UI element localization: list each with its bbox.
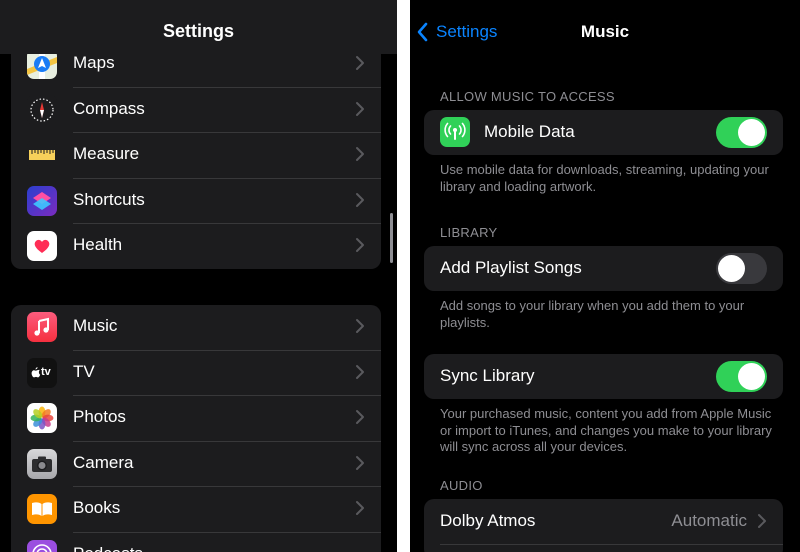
scroll-indicator[interactable] [390,213,393,263]
add-playlist-songs-footer: Add songs to your library when you add t… [440,298,745,330]
dolby-atmos-row[interactable]: Dolby Atmos Automatic [424,499,783,552]
camera-icon [27,448,57,479]
settings-row-label: Music [73,316,118,335]
measure-icon [27,140,57,171]
mobile-data-row[interactable]: Mobile Data [424,110,783,155]
settings-row-label: Measure [73,144,140,164]
section-header-library: LIBRARY [440,225,498,240]
mobile-data-label: Mobile Data [484,122,575,141]
settings-row-music[interactable]: Music [11,305,381,351]
books-icon [27,494,57,525]
settings-row-label: Camera [73,452,134,472]
tv-icon: tv [27,357,57,388]
chevron-right-icon [356,410,364,425]
settings-row-health[interactable]: Health [11,224,381,269]
chevron-right-icon [758,514,766,528]
section-header-audio: AUDIO [440,478,483,493]
tv-icon-text: tv [41,365,51,378]
settings-row-podcasts[interactable]: Podcasts [11,533,381,552]
compass-icon [27,94,57,125]
settings-group-apps-1: Maps Compass Measure Shortcuts Health [11,30,381,269]
chevron-right-icon [356,364,364,379]
nav-bar: Settings [0,0,397,54]
settings-row-tv[interactable]: tv TV [11,351,381,397]
mobile-data-footer: Use mobile data for downloads, streaming… [440,162,769,194]
mobile-data-toggle[interactable] [716,117,767,148]
settings-row-label: TV [73,361,95,381]
page-title: Music [580,22,630,41]
chevron-right-icon [356,319,364,333]
chevron-right-icon [356,147,364,162]
settings-row-label: Podcasts [73,544,143,552]
add-playlist-songs-toggle[interactable] [716,253,767,284]
settings-row-photos[interactable]: Photos [11,396,381,442]
health-icon [27,231,57,262]
sync-library-row[interactable]: Sync Library [424,354,783,399]
settings-group-apps-2: Music tv TV Photos Camera Books [11,305,381,552]
chevron-right-icon [356,501,364,516]
sync-library-toggle[interactable] [716,361,767,392]
sync-library-label: Sync Library [440,366,535,385]
add-playlist-songs-row[interactable]: Add Playlist Songs [424,246,783,291]
nav-bar: Settings Music [410,0,800,60]
dolby-atmos-label: Dolby Atmos [440,511,536,530]
chevron-right-icon [356,192,364,207]
sync-library-footer: Your purchased music, content you add fr… [440,406,772,454]
settings-screen: Maps Compass Measure Shortcuts Health Mu… [0,0,397,552]
page-title: Settings [162,21,234,41]
settings-row-label: Compass [73,98,145,118]
add-playlist-songs-label: Add Playlist Songs [440,258,582,277]
shortcuts-icon [27,185,57,216]
settings-row-measure[interactable]: Measure [11,133,381,179]
settings-row-label: Health [73,235,123,255]
dolby-atmos-value: Automatic [671,511,747,530]
settings-row-shortcuts[interactable]: Shortcuts [11,179,381,225]
chevron-right-icon [356,238,364,253]
section-header-access: ALLOW MUSIC TO ACCESS [440,89,615,104]
settings-row-label: Photos [73,407,126,427]
chevron-right-icon [356,101,364,116]
chevron-right-icon [356,455,364,470]
antenna-icon [440,117,470,147]
settings-row-label: Books [73,498,121,518]
settings-row-label: Maps [73,53,115,72]
settings-row-compass[interactable]: Compass [11,88,381,134]
settings-row-camera[interactable]: Camera [11,442,381,488]
settings-row-label: Shortcuts [73,189,145,209]
podcasts-icon [27,540,57,552]
chevron-right-icon [356,56,364,70]
photos-icon [27,403,57,434]
settings-row-books[interactable]: Books [11,487,381,533]
music-icon [27,312,57,342]
music-settings-screen: Settings Music ALLOW MUSIC TO ACCESS Mob… [410,0,800,552]
